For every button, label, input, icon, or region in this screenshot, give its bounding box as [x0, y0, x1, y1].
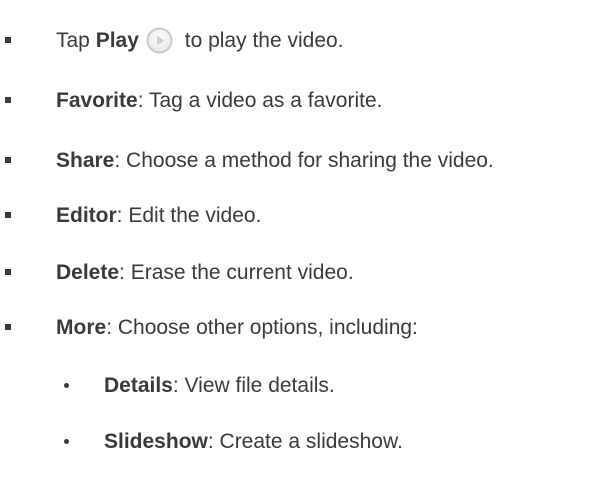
- list-item-more: More: Choose other options, including:: [0, 311, 613, 343]
- sub-item-text: Details: View file details.: [104, 375, 335, 396]
- square-bullet: [5, 269, 11, 275]
- list-item-delete: Delete: Erase the current video.: [0, 256, 613, 288]
- item-description: : View file details.: [172, 373, 335, 397]
- item-description: : Tag a video as a favorite.: [137, 88, 383, 112]
- item-term: Slideshow: [104, 429, 208, 453]
- item-description: : Erase the current video.: [119, 260, 354, 284]
- item-term: More: [56, 315, 107, 339]
- item-term: Favorite: [56, 88, 138, 112]
- item-term: Delete: [56, 260, 120, 284]
- instruction-list: Tap Play to play the video. Favorite: Ta…: [0, 0, 613, 480]
- list-item-favorite: Favorite: Tag a video as a favorite.: [0, 84, 613, 116]
- list-item-text: Tap Play to play the video.: [56, 27, 344, 54]
- list-item-text: Editor: Edit the video.: [56, 205, 261, 226]
- item-term: Play: [95, 28, 139, 52]
- round-bullet: [64, 382, 69, 388]
- square-bullet: [5, 324, 11, 330]
- item-description: : Edit the video.: [116, 203, 262, 227]
- item-term: Editor: [56, 203, 117, 227]
- list-item-text: Share: Choose a method for sharing the v…: [56, 150, 494, 171]
- list-item-text: More: Choose other options, including:: [56, 317, 418, 338]
- list-item-text: Delete: Erase the current video.: [56, 262, 354, 283]
- list-item-text: Favorite: Tag a video as a favorite.: [56, 90, 382, 111]
- item-description: : Choose other options, including:: [106, 315, 418, 339]
- square-bullet: [5, 157, 11, 163]
- square-bullet: [5, 37, 11, 43]
- item-description: : Create a slideshow.: [207, 429, 403, 453]
- item-term: Details: [104, 373, 173, 397]
- sub-item-details: Details: View file details.: [0, 369, 613, 401]
- square-bullet: [5, 212, 11, 218]
- list-item-share: Share: Choose a method for sharing the v…: [0, 144, 613, 176]
- round-bullet: [64, 438, 69, 444]
- list-item-play: Tap Play to play the video.: [0, 24, 613, 56]
- sub-item-slideshow: Slideshow: Create a slideshow.: [0, 425, 613, 457]
- item-term: Share: [56, 148, 115, 172]
- item-suffix: to play the video.: [178, 28, 344, 52]
- item-description: : Choose a method for sharing the video.: [114, 148, 494, 172]
- item-prefix: Tap: [56, 28, 96, 52]
- sub-item-text: Slideshow: Create a slideshow.: [104, 431, 403, 452]
- list-item-editor: Editor: Edit the video.: [0, 199, 613, 231]
- play-icon: [146, 27, 173, 54]
- square-bullet: [5, 97, 11, 103]
